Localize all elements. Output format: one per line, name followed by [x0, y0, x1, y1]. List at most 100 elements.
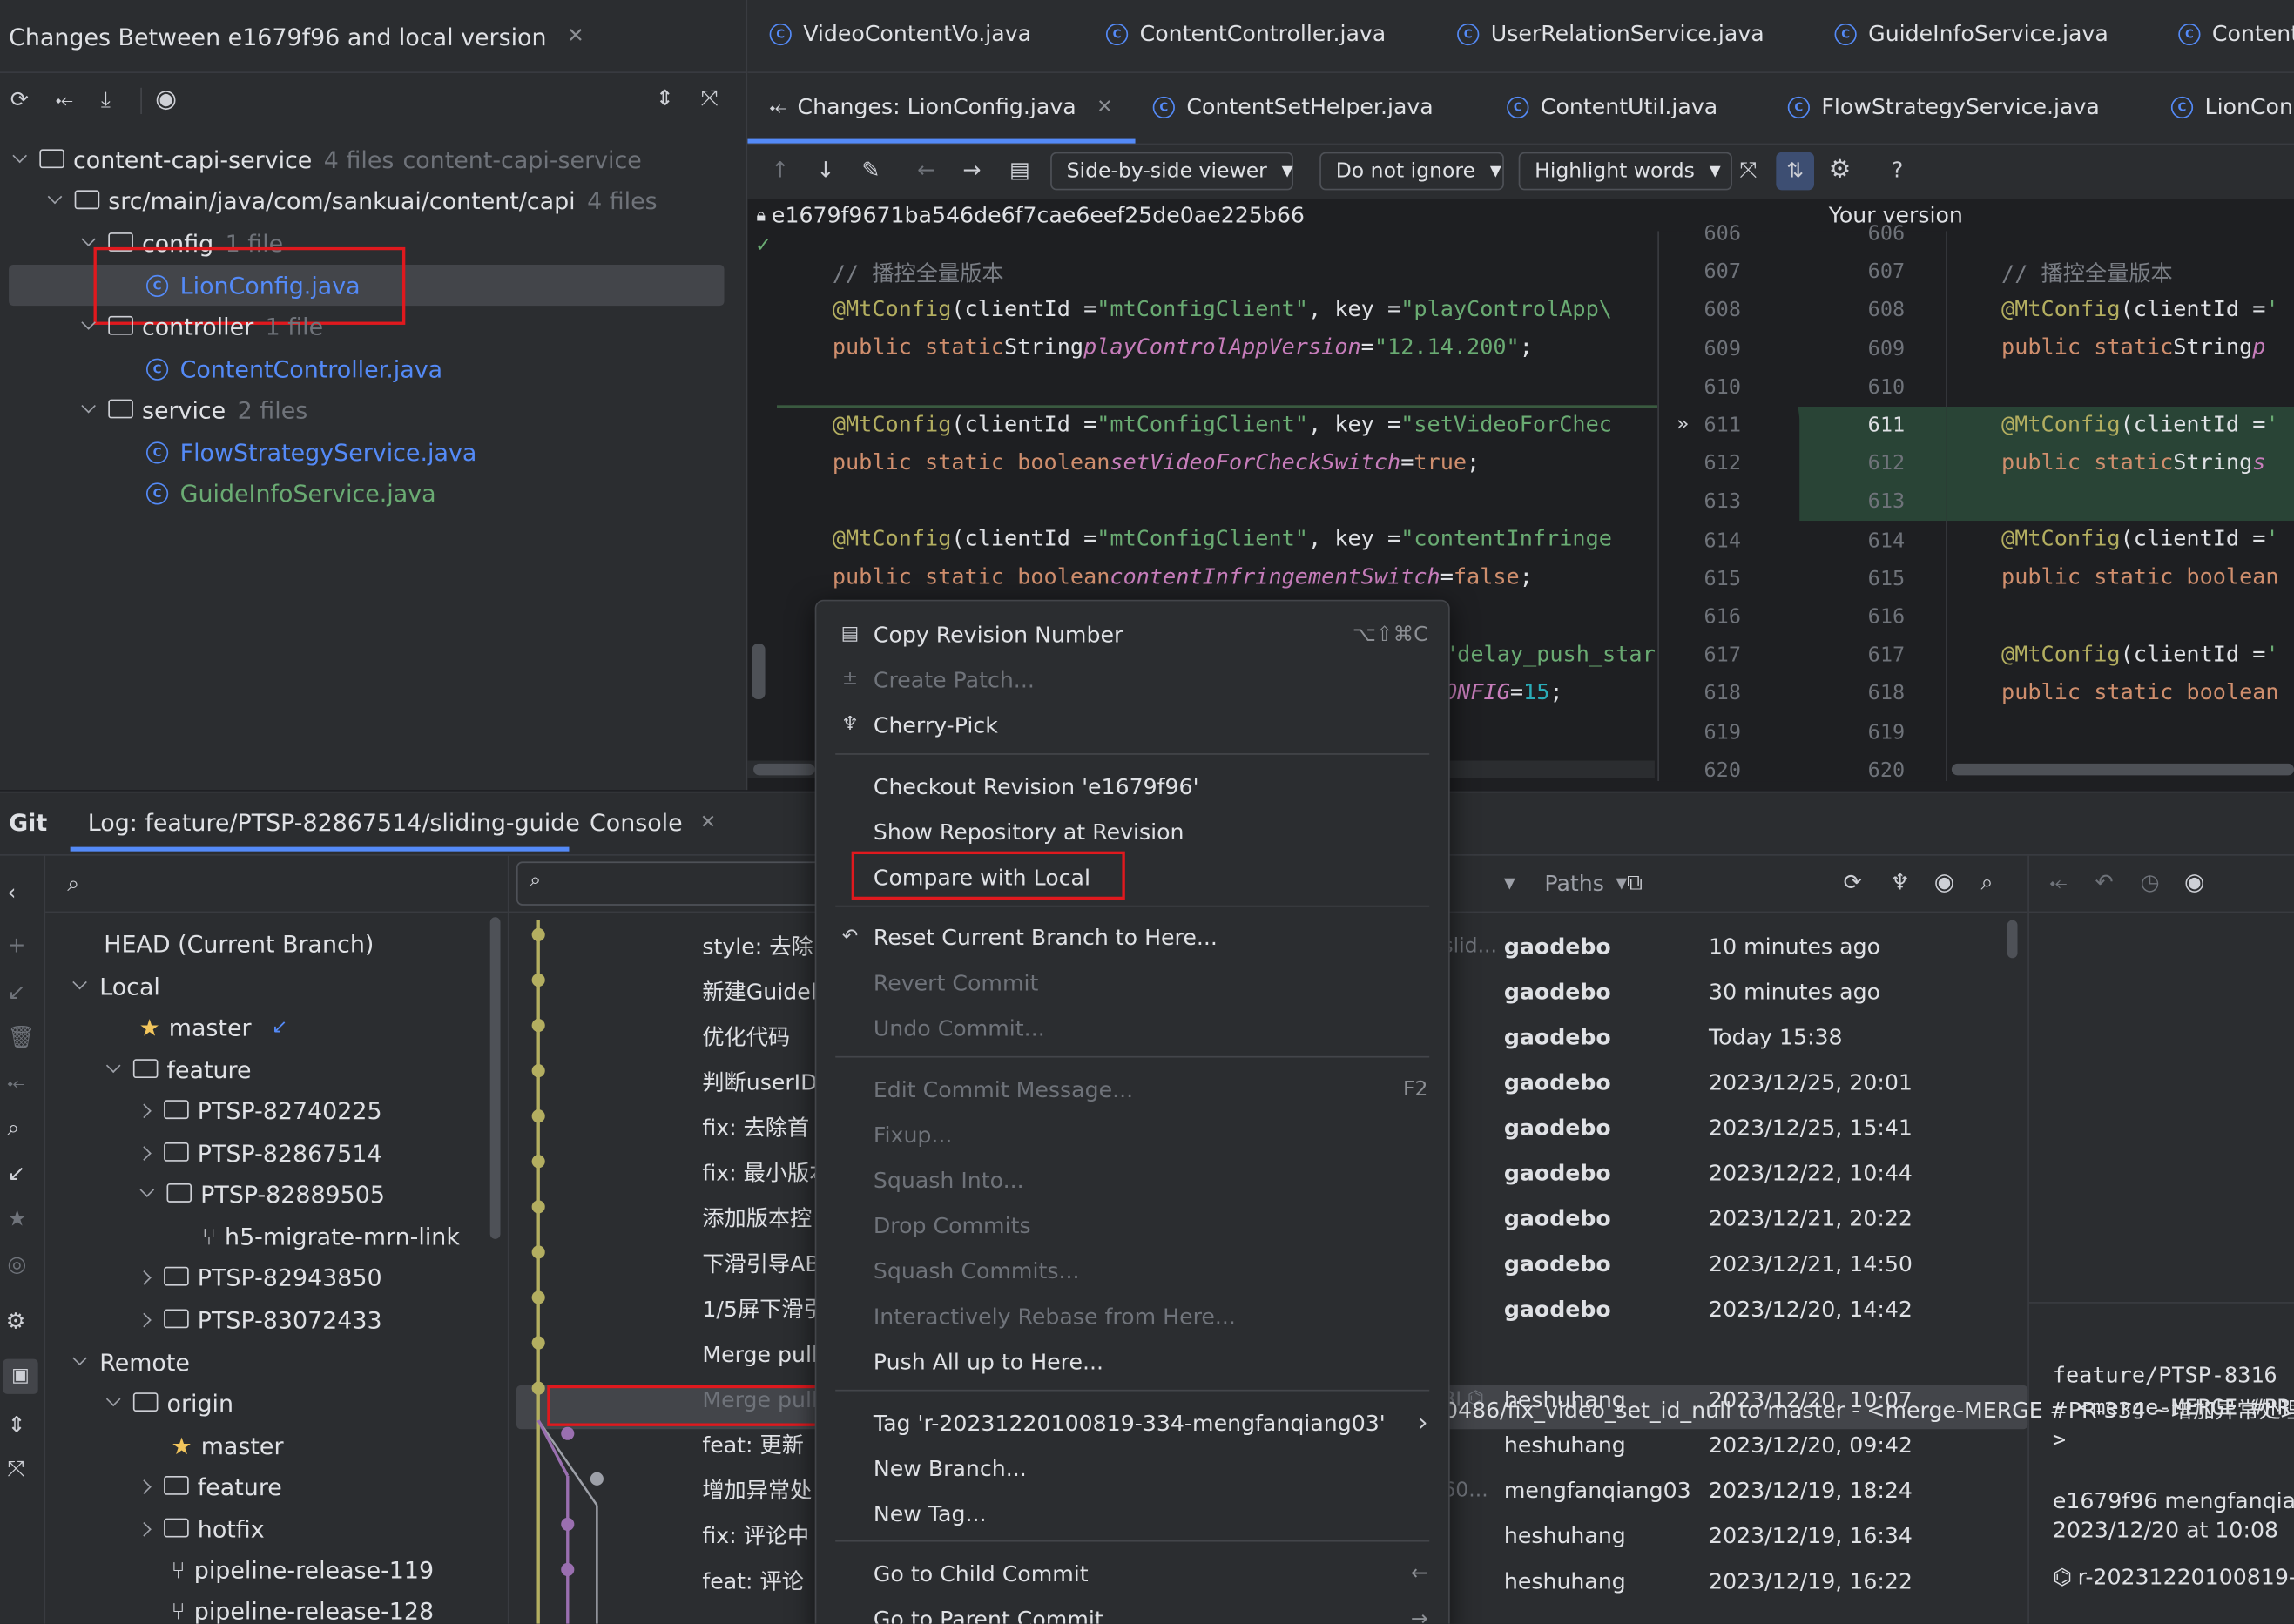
- eye-icon[interactable]: ◉: [2184, 867, 2204, 895]
- menu-item[interactable]: ↶ Reset Current Branch to Here...: [816, 914, 1448, 960]
- trash-icon[interactable]: 🗑︎: [7, 1024, 35, 1050]
- star-icon[interactable]: ★: [7, 1205, 27, 1231]
- menu-item[interactable]: ▤ Copy Revision Number ⌥⇧⌘C: [816, 611, 1448, 657]
- tree-file-guideinfo[interactable]: C GuideInfoService.java: [145, 475, 436, 510]
- branch-folder-ptsp-82889505[interactable]: PTSP-82889505: [139, 1176, 385, 1211]
- branch-remote-master[interactable]: ★ master: [172, 1428, 284, 1463]
- collapse-icon[interactable]: ⤧: [7, 1455, 24, 1481]
- edit-icon[interactable]: ✎: [861, 157, 880, 183]
- branches-scrollbar[interactable]: [489, 917, 501, 1239]
- sync-scroll-toggle[interactable]: ⇅: [1776, 152, 1815, 191]
- branch-folder-origin[interactable]: origin: [105, 1385, 233, 1420]
- merge-icon[interactable]: ⤝: [56, 86, 73, 112]
- tree-file-flowstrategy[interactable]: C FlowStrategyService.java: [145, 435, 476, 469]
- menu-item[interactable]: Go to Child Commit ←: [816, 1551, 1448, 1596]
- detail-tag[interactable]: ⌬ r-20231220100819-: [2053, 1564, 2294, 1590]
- menu-item[interactable]: Go to Parent Commit →: [816, 1596, 1448, 1624]
- highlight-mode-dropdown[interactable]: Highlight words ▼: [1518, 152, 1732, 191]
- tab-videocontentvo[interactable]: C VideoContentVo.java: [769, 21, 1031, 47]
- tab-lioncon-more[interactable]: C LionCon: [2170, 94, 2293, 120]
- close-icon[interactable]: ✕: [1096, 96, 1112, 118]
- tree-node-module[interactable]: content-capi-service 4 files content-cap…: [12, 142, 642, 177]
- gear-icon[interactable]: ⚙: [1829, 155, 1852, 185]
- arrow-right-icon[interactable]: →: [962, 157, 981, 183]
- collapse-all-icon[interactable]: ⤧: [701, 84, 719, 111]
- search-icon[interactable]: ⌕: [67, 871, 79, 897]
- refresh-icon[interactable]: ⟳: [10, 86, 29, 112]
- tab-userrelationservice[interactable]: C UserRelationService.java: [1457, 21, 1764, 47]
- tab-changes-lionconfig[interactable]: ⤝ Changes: LionConfig.java ✕: [770, 94, 1113, 120]
- viewer-mode-dropdown[interactable]: Side-by-side viewer ▼: [1050, 152, 1293, 191]
- tab-log[interactable]: Log: feature/PTSP-82867514/sliding-guide: [88, 805, 580, 839]
- expand-all-icon[interactable]: ⇕: [656, 84, 674, 111]
- right-h-scrollbar[interactable]: [1946, 761, 2294, 778]
- tab-contentsethelper[interactable]: C ContentSetHelper.java: [1152, 94, 1434, 120]
- branch-h5-migrate[interactable]: ⑂ h5-migrate-mrn-link: [202, 1218, 460, 1253]
- branches-toggle[interactable]: ▣: [3, 1358, 38, 1394]
- branch-pipeline-128[interactable]: ⑂ pipeline-release-128: [172, 1593, 435, 1624]
- cherry-pick-icon[interactable]: ♆: [1890, 869, 1910, 895]
- menu-item[interactable]: ♆ Cherry-Pick: [816, 702, 1448, 747]
- branch-group-remote[interactable]: Remote: [72, 1344, 190, 1379]
- ignore-mode-dropdown[interactable]: Do not ignore ▼: [1319, 152, 1504, 191]
- menu-item[interactable]: New Tag...: [816, 1491, 1448, 1536]
- collapse-icon[interactable]: ⤧: [1739, 157, 1757, 183]
- arrow-down-icon[interactable]: ↓: [816, 157, 834, 183]
- branch-folder-ptsp-82943850[interactable]: PTSP-82943850: [137, 1259, 382, 1294]
- gear-icon[interactable]: ⚙: [6, 1308, 26, 1334]
- arrow-left-icon[interactable]: ←: [917, 157, 935, 183]
- arrow-up-icon[interactable]: ↑: [771, 157, 789, 183]
- log-search-input[interactable]: ⌕: [516, 861, 839, 906]
- new-tab-icon[interactable]: ⧉: [1627, 869, 1643, 895]
- menu-item[interactable]: Checkout Revision 'e1679f96': [816, 764, 1448, 809]
- chevron-left-icon[interactable]: ‹: [7, 879, 16, 906]
- merge-icon[interactable]: ⤝: [2049, 869, 2067, 895]
- undo-icon[interactable]: ↶: [2095, 869, 2114, 895]
- download-icon[interactable]: ⤓: [101, 86, 111, 112]
- branch-remote-feature[interactable]: feature: [137, 1469, 282, 1504]
- eye-icon[interactable]: ◉: [155, 84, 177, 114]
- merge-icon[interactable]: ⤝: [7, 1069, 24, 1095]
- tree-node-package[interactable]: src/main/java/com/sankuai/content/capi 4…: [47, 183, 658, 218]
- paths-filter[interactable]: ▼ Paths ▼: [1504, 867, 1627, 900]
- document-icon[interactable]: ▤: [1009, 157, 1030, 183]
- tab-contentcontroller[interactable]: C ContentController.java: [1105, 21, 1386, 47]
- close-icon[interactable]: ✕: [567, 25, 584, 49]
- branch-folder-ptsp-82740225[interactable]: PTSP-82740225: [137, 1093, 382, 1128]
- tab-console[interactable]: Console ✕: [590, 805, 716, 839]
- checkout-icon[interactable]: ↙: [7, 979, 25, 1005]
- branch-folder-ptsp-83072433[interactable]: PTSP-83072433: [137, 1302, 382, 1337]
- branch-folder-ptsp-82867514[interactable]: PTSP-82867514: [137, 1135, 382, 1170]
- branch-group-local[interactable]: Local: [72, 968, 160, 1003]
- branch-head[interactable]: HEAD (Current Branch): [104, 926, 374, 960]
- tree-node-controller[interactable]: controller 1 file: [81, 308, 323, 343]
- tab-guideinfoservice[interactable]: C GuideInfoService.java: [1834, 21, 2108, 47]
- menu-item[interactable]: Show Repository at Revision: [816, 809, 1448, 854]
- branch-folder-feature[interactable]: feature: [105, 1052, 252, 1087]
- tab-git[interactable]: Git: [9, 805, 47, 839]
- tab-content-more[interactable]: C Content: [2178, 21, 2294, 47]
- menu-item[interactable]: New Branch...: [816, 1445, 1448, 1491]
- tree-file-contentcontroller[interactable]: C ContentController.java: [145, 351, 442, 386]
- target-icon[interactable]: ◎: [7, 1250, 26, 1277]
- close-icon[interactable]: ✕: [700, 811, 716, 832]
- history-icon[interactable]: ◷: [2141, 869, 2160, 895]
- search-icon[interactable]: ⌕: [1981, 869, 1994, 895]
- apply-change-icon[interactable]: »: [1677, 413, 1689, 436]
- tab-flowstrategyservice[interactable]: C FlowStrategyService.java: [1787, 94, 2100, 120]
- expand-icon[interactable]: ⇕: [7, 1412, 25, 1438]
- help-icon[interactable]: ?: [1892, 157, 1903, 183]
- menu-item[interactable]: Tag 'r-20231220100819-334-mengfanqiang03…: [816, 1400, 1448, 1445]
- search-icon[interactable]: ⌕: [7, 1115, 19, 1141]
- menu-item[interactable]: Push All up to Here...: [816, 1338, 1448, 1384]
- branch-pipeline-119[interactable]: ⑂ pipeline-release-119: [172, 1552, 435, 1587]
- update-icon[interactable]: ↙: [7, 1160, 25, 1186]
- tree-node-service[interactable]: service 2 files: [81, 392, 307, 427]
- branch-remote-hotfix[interactable]: hotfix: [137, 1511, 265, 1546]
- plus-icon[interactable]: +: [7, 932, 25, 958]
- branch-local-master[interactable]: ★ master ↙: [139, 1009, 288, 1044]
- tab-contentutil[interactable]: C ContentUtil.java: [1507, 94, 1717, 120]
- refresh-icon[interactable]: ⟳: [1844, 869, 1862, 895]
- eye-icon[interactable]: ◉: [1934, 867, 1954, 895]
- left-scroll-thumb[interactable]: [752, 644, 766, 699]
